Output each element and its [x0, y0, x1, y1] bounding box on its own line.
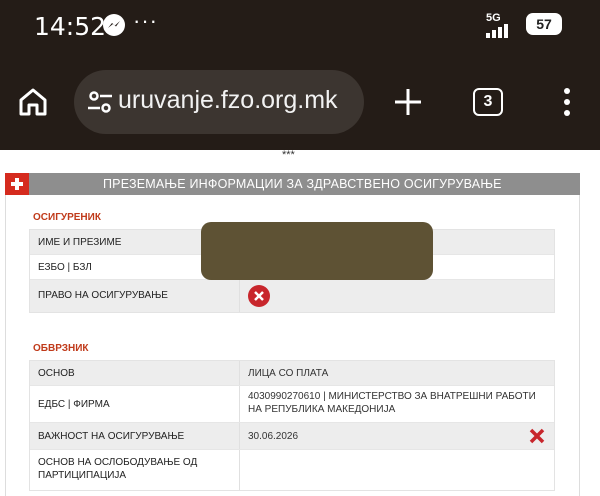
insured-section-title: ОСИГУРЕНИК	[33, 212, 101, 223]
swiss-cross-icon	[5, 173, 29, 195]
row-label-insurance-right: ПРАВО НА ОСИГУРУВАЊЕ	[38, 290, 168, 301]
network-type: 5G	[486, 12, 501, 24]
more-notifications-icon: ···	[133, 8, 158, 33]
new-tab-plus-icon[interactable]	[393, 87, 423, 117]
status-time: 14:52	[34, 12, 107, 41]
row-value-company-line1: 4030990270610 | МИНИСТЕРСТВО ЗА ВНАТРЕШН…	[248, 391, 536, 402]
payer-table: ОСНОВ ЛИЦА СО ПЛАТА ЕДБС | ФИРМА 4030990…	[29, 360, 555, 491]
stars-text: ***	[282, 149, 295, 161]
table-row: ЕДБС | ФИРМА 4030990270610 | МИНИСТЕРСТВ…	[30, 386, 554, 423]
kebab-menu-icon[interactable]	[563, 87, 571, 117]
row-label-ezbo: ЕЗБО | БЗЛ	[38, 262, 92, 273]
row-label-name: ИМЕ И ПРЕЗИМЕ	[38, 237, 122, 248]
table-row: ОСНОВ ЛИЦА СО ПЛАТА	[30, 361, 554, 386]
row-value-basis: ЛИЦА СО ПЛАТА	[248, 368, 329, 379]
tabs-switcher-button[interactable]: 3	[473, 88, 503, 116]
table-row: ОСНОВ НА ОСЛОБОДУВАЊЕ ОД ПАРТИЦИПАЦИЈА	[30, 450, 554, 490]
error-circle-icon	[248, 285, 270, 307]
redaction-block	[201, 222, 433, 280]
signal-icon	[486, 24, 508, 38]
row-label-exemption-line1: ОСНОВ НА ОСЛОБОДУВАЊЕ ОД	[38, 457, 198, 468]
row-label-exemption-line2: ПАРТИЦИПАЦИЈА	[38, 470, 127, 481]
payer-section-title: ОБВРЗНИК	[33, 343, 89, 354]
table-row: ВАЖНОСТ НА ОСИГУРУВАЊЕ 30.06.2026	[30, 423, 554, 450]
row-label-validity: ВАЖНОСТ НА ОСИГУРУВАЊЕ	[38, 431, 185, 442]
close-x-icon	[529, 428, 545, 444]
url-text[interactable]: uruvanje.fzo.org.mk	[118, 86, 338, 115]
page-title: ПРЕЗЕМАЊЕ ИНФОРМАЦИИ ЗА ЗДРАВСТВЕНО ОСИГ…	[103, 177, 502, 191]
messenger-icon	[103, 14, 125, 36]
row-value-company-line2: НА РЕПУБЛИКА МАКЕДОНИЈА	[248, 404, 396, 415]
home-icon[interactable]	[17, 86, 49, 118]
table-row: ПРАВО НА ОСИГУРУВАЊЕ	[30, 280, 554, 312]
row-value-validity: 30.06.2026	[248, 431, 299, 442]
row-label-company: ЕДБС | ФИРМА	[38, 399, 110, 410]
battery-indicator: 57	[526, 13, 562, 35]
tune-icon[interactable]	[86, 88, 114, 116]
row-label-basis: ОСНОВ	[38, 368, 75, 379]
